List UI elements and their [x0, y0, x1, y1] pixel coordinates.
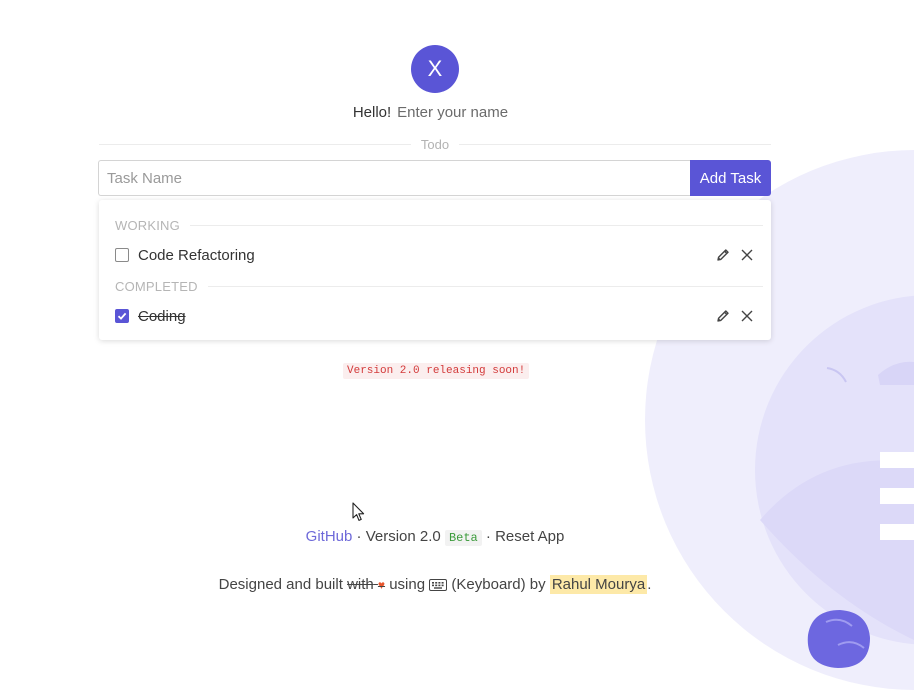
section-title-completed: COMPLETED [115, 278, 198, 294]
close-icon[interactable] [739, 247, 755, 263]
separator: · [485, 528, 491, 545]
task-row: Code Refactoring [115, 245, 755, 265]
avatar[interactable]: X [411, 45, 459, 93]
task-actions [715, 247, 755, 263]
divider-label: Todo [420, 136, 450, 152]
credits-line: Designed and built with ♥ using (Keyboar… [0, 575, 870, 594]
task-actions [715, 308, 755, 324]
todo-app-page: X Hello! Todo Add Task WORKING Code Refa… [0, 0, 914, 700]
task-name-input[interactable] [98, 160, 690, 196]
task-label: Code Refactoring [138, 246, 255, 264]
release-notice: Version 2.0 releasing soon! [343, 363, 530, 379]
version-text: Version 2.0 [365, 528, 441, 545]
greeting: Hello! [0, 104, 870, 121]
add-task-button[interactable]: Add Task [690, 160, 771, 196]
task-list-card: WORKING Code Refactoring COMPLETED Codin… [99, 200, 771, 340]
task-label: Coding [138, 307, 186, 325]
todo-divider: Todo [99, 136, 772, 152]
heart-icon: ♥ [377, 578, 386, 592]
task-row: Coding [115, 306, 755, 326]
section-header-working: WORKING [115, 217, 763, 233]
github-link[interactable]: GitHub [306, 528, 353, 545]
strikethrough-with: with ♥ [347, 576, 385, 593]
footer-links: GitHub · Version 2.0 Beta · Reset App [0, 528, 870, 546]
task-checkbox-checked[interactable] [115, 309, 129, 323]
section-divider [207, 285, 763, 287]
credits-prefix: Designed and built [218, 576, 343, 593]
section-divider [189, 224, 763, 226]
avatar-letter: X [427, 56, 443, 81]
separator: · [356, 528, 362, 545]
mouse-cursor-icon [352, 502, 365, 521]
beta-badge: Beta [444, 530, 482, 546]
divider-line [99, 143, 411, 145]
section-header-completed: COMPLETED [115, 278, 763, 294]
credits-keyboard: (Keyboard) by [451, 576, 546, 593]
check-icon [117, 312, 127, 320]
close-icon[interactable] [739, 308, 755, 324]
keyboard-icon [429, 579, 448, 591]
reset-app-link[interactable]: Reset App [495, 528, 564, 545]
section-title-working: WORKING [115, 217, 180, 233]
credits-using: using [389, 576, 426, 593]
divider-line [459, 143, 772, 145]
pencil-icon[interactable] [715, 247, 731, 263]
credits-suffix: . [647, 576, 652, 593]
pencil-icon[interactable] [715, 308, 731, 324]
add-task-form: Add Task [98, 160, 771, 196]
name-input[interactable] [397, 104, 518, 121]
greeting-text: Hello! [352, 104, 392, 121]
task-checkbox[interactable] [115, 248, 129, 262]
credits-with: with [347, 576, 374, 593]
author-name[interactable]: Rahul Mourya [549, 575, 648, 594]
